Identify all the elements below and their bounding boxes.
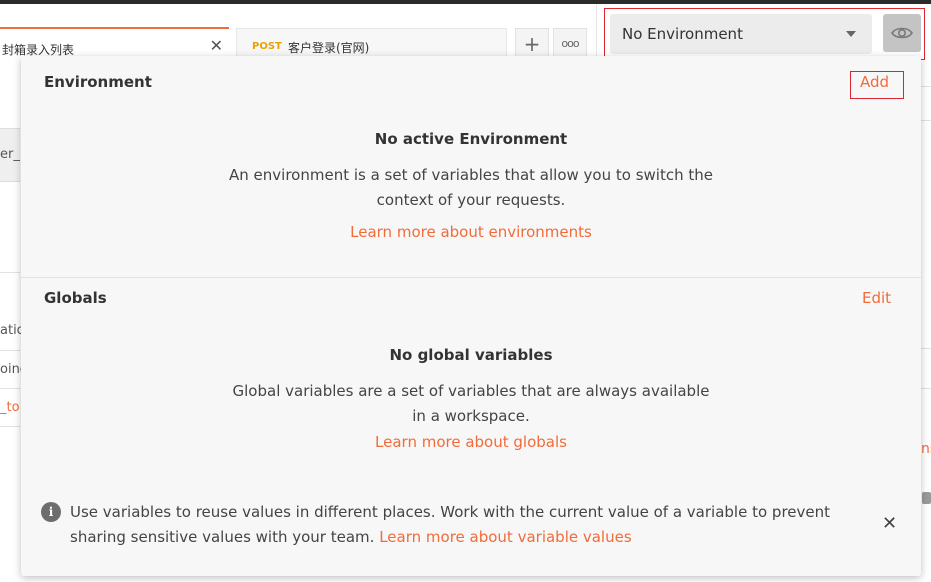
variables-info-message: Use variables to reuse values in differe… [70,500,850,550]
divider [921,86,931,87]
close-icon[interactable]: ✕ [882,515,897,533]
edit-globals-link[interactable]: Edit [862,289,891,307]
learn-variable-values-link[interactable]: Learn more about variable values [379,528,631,546]
background-text: er_ [0,147,20,162]
learn-environments-link-text[interactable]: Learn more about environments [350,223,592,241]
divider [0,350,20,351]
divider [921,120,931,121]
globals-description: Global variables are a set of variables … [232,382,710,425]
info-icon: i [41,502,61,522]
section-divider [21,277,921,278]
environment-description: An environment is a set of variables tha… [229,166,713,209]
highlight-box-environment [604,8,925,60]
divider [0,272,20,273]
close-tab-icon[interactable]: ✕ [210,38,223,54]
scrollbar-thumb[interactable] [922,492,931,504]
learn-environments-link: Learn more about environments [21,223,921,241]
no-globals-title: No global variables [389,346,553,364]
environment-quick-look-popover: Environment Add No active Environment An… [21,56,921,576]
divider [0,388,20,389]
learn-globals-link: Learn more about globals [21,433,921,451]
divider [921,388,931,389]
highlight-box-add [850,71,904,99]
background-link[interactable]: _to [0,400,20,415]
tab-title: 客户登录(官网) [288,41,370,55]
divider [0,426,20,427]
background-link[interactable]: ns [921,441,931,457]
environment-section-title: Environment [44,73,152,91]
learn-globals-link-text[interactable]: Learn more about globals [375,433,567,451]
method-badge: POST [252,41,282,52]
no-environment-title: No active Environment [374,130,568,148]
divider [921,348,931,349]
globals-section-title: Globals [44,289,107,307]
